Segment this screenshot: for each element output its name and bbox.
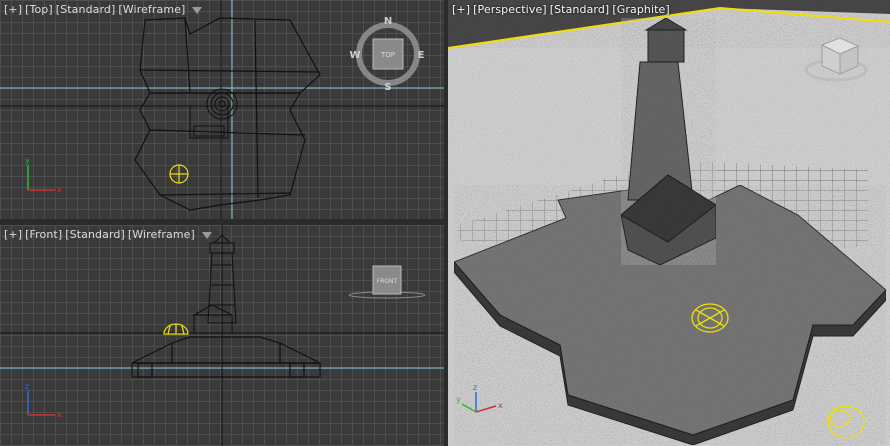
front-viewport-label[interactable]: [+] [Front] [Standard] [Wireframe]: [4, 228, 212, 241]
top-viewport-label[interactable]: [+] [Top] [Standard] [Wireframe]: [4, 3, 203, 16]
viewport-plus-menu[interactable]: [+]: [4, 3, 22, 16]
compass-south: S: [384, 82, 391, 93]
view-compass-icon: TOP N S E W: [349, 16, 424, 93]
light-gizmo-icon: [691, 303, 729, 333]
top-viewport-canvas: y x TOP N S E W: [0, 0, 444, 219]
front-viewport-canvas: z x FRONT: [0, 225, 444, 446]
axis-tripod-icon: y x: [25, 156, 62, 194]
viewport-view-menu[interactable]: [Perspective]: [473, 3, 547, 16]
lighthouse-wireframe-top: [189, 88, 238, 139]
perspective-viewport-label[interactable]: [+] [Perspective] [Standard] [Graphite]: [452, 3, 673, 16]
front-viewport[interactable]: z x FRONT [+] [Front] [Standard] [Wireframe…: [0, 225, 444, 446]
compass-cube-label: TOP: [380, 51, 395, 59]
svg-text:y: y: [25, 156, 30, 165]
viewport-shading-style-menu[interactable]: [Wireframe]: [128, 228, 195, 241]
compass-north: N: [384, 16, 392, 27]
lighthouse-wireframe-front: [191, 234, 237, 334]
svg-text:x: x: [57, 185, 62, 194]
viewcube-face-label: FRONT: [377, 278, 398, 285]
viewport-shading-standard-menu[interactable]: [Standard]: [65, 228, 125, 241]
svg-text:z: z: [473, 383, 477, 392]
compass-west: W: [349, 50, 360, 61]
filter-icon[interactable]: [201, 231, 212, 239]
viewport-view-menu[interactable]: [Front]: [25, 228, 62, 241]
svg-text:z: z: [25, 382, 29, 391]
light-gizmo-icon: [169, 164, 189, 184]
svg-text:x: x: [57, 410, 62, 419]
axis-tripod-icon: z x: [25, 382, 62, 419]
viewport-view-menu[interactable]: [Top]: [25, 3, 53, 16]
filter-icon[interactable]: [192, 6, 203, 14]
viewcube-icon: FRONT: [348, 265, 426, 299]
island-wireframe-front: [131, 336, 321, 378]
viewport-shading-standard-menu[interactable]: [Standard]: [550, 3, 610, 16]
svg-text:y: y: [456, 395, 461, 404]
perspective-viewport-canvas: z x y: [448, 0, 890, 446]
viewport-plus-menu[interactable]: [+]: [4, 228, 22, 241]
perspective-viewport[interactable]: z x y [+] [Perspective] [Standard] [Graphit…: [448, 0, 890, 446]
viewport-shading-style-menu[interactable]: [Wireframe]: [118, 3, 185, 16]
viewport-plus-menu[interactable]: [+]: [452, 3, 470, 16]
compass-east: E: [418, 50, 425, 61]
viewport-shading-style-menu[interactable]: [Graphite]: [612, 3, 669, 16]
svg-text:x: x: [498, 401, 503, 410]
top-viewport[interactable]: y x TOP N S E W [+] [Top] [Standard] [Wiref…: [0, 0, 444, 219]
viewport-shading-standard-menu[interactable]: [Standard]: [56, 3, 116, 16]
